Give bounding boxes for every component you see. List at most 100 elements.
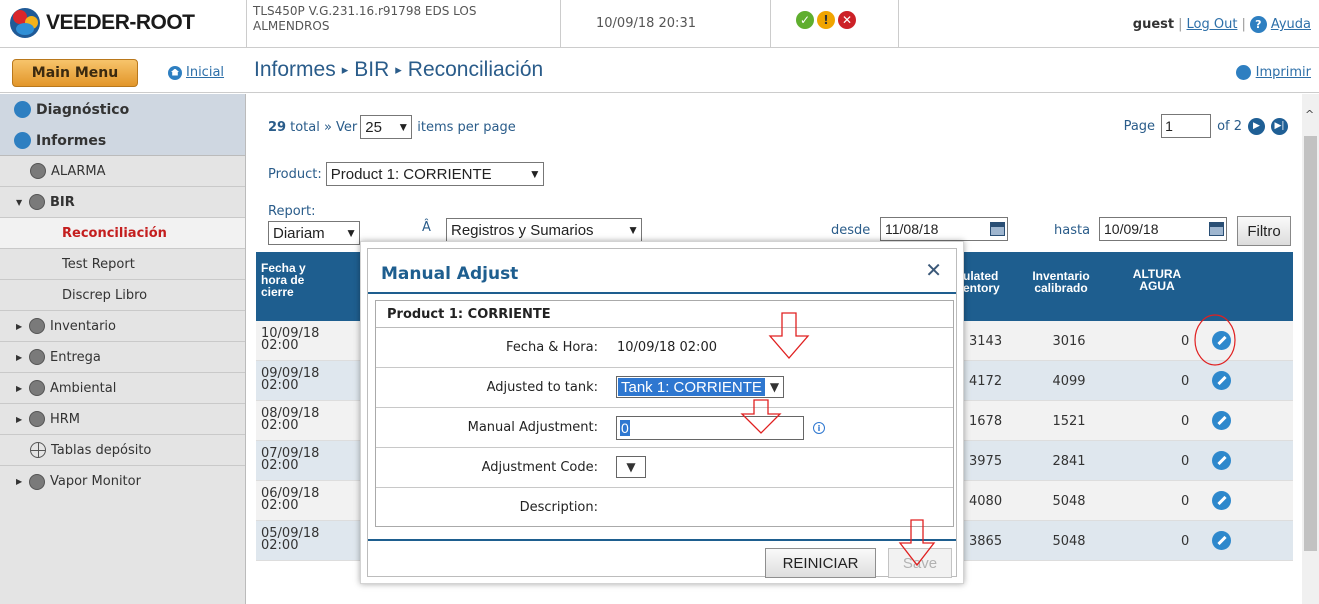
- print-icon[interactable]: [1235, 65, 1251, 80]
- row-calculated: 4080: [969, 494, 1003, 509]
- edit-icon[interactable]: [1212, 531, 1231, 550]
- row-agua: 0: [1181, 494, 1190, 509]
- environmental-icon: [29, 380, 45, 396]
- per-page-select[interactable]: 25 ▼: [360, 115, 413, 139]
- edit-icon[interactable]: [1212, 491, 1231, 510]
- row-datetime: 07/09/18 02:00: [261, 446, 320, 473]
- sidebar-item-tablas-deposito[interactable]: Tablas depósito: [0, 435, 245, 466]
- system-status[interactable]: ✓ ! ✕: [796, 11, 856, 29]
- per-page-value: 25: [365, 118, 382, 136]
- system-datetime: 10/09/18 20:31: [596, 16, 696, 31]
- edit-icon[interactable]: [1212, 331, 1231, 350]
- help-link[interactable]: Ayuda: [1271, 17, 1311, 32]
- close-icon[interactable]: ✕: [925, 258, 942, 282]
- header-altura-agua[interactable]: ALTURA AGUA: [1130, 268, 1184, 292]
- sidebar-item-ambiental[interactable]: ▶ Ambiental: [0, 373, 245, 404]
- ok-status-icon[interactable]: ✓: [796, 11, 814, 29]
- desde-date-input[interactable]: 11/08/18: [880, 217, 1008, 241]
- row-agua: 0: [1181, 414, 1190, 429]
- calendar-icon[interactable]: [1209, 222, 1224, 236]
- sidebar-sub-discrep-libro[interactable]: Discrep Libro: [0, 280, 245, 311]
- print-link-group[interactable]: Imprimir: [1235, 65, 1311, 80]
- row-inventario: 3016: [1052, 334, 1086, 349]
- breadcrumb-informes[interactable]: Informes: [254, 58, 336, 82]
- hasta-date-input[interactable]: 10/09/18: [1099, 217, 1227, 241]
- collapsed-arrow-icon: ▶: [16, 477, 23, 486]
- sidebar-item-inventario[interactable]: ▶ Inventario: [0, 311, 245, 342]
- calendar-icon[interactable]: [990, 222, 1005, 236]
- sidebar-sub-test-report[interactable]: Test Report: [0, 249, 245, 280]
- chevron-down-icon: ▼: [345, 226, 357, 240]
- header-fecha[interactable]: Fecha y hora de cierre: [261, 262, 306, 298]
- row-datetime: 09/09/18 02:00: [261, 366, 320, 393]
- report-select[interactable]: Diariam ▼: [268, 221, 360, 245]
- description-label: Description:: [519, 500, 598, 515]
- row-datetime: 06/09/18 02:00: [261, 486, 320, 513]
- edit-icon[interactable]: [1212, 411, 1231, 430]
- sidebar-sub-reconciliacion[interactable]: Reconciliación: [0, 218, 245, 249]
- logo-text: VEEDER-ROOT: [46, 11, 195, 34]
- filtro-button[interactable]: Filtro: [1237, 216, 1291, 246]
- main-menu-button[interactable]: Main Menu: [12, 59, 138, 87]
- sidebar-group-informes[interactable]: Informes: [0, 125, 245, 156]
- registros-select[interactable]: Registros y Sumarios ▼: [446, 218, 642, 242]
- sidebar-group-diagnostico[interactable]: Diagnóstico: [0, 94, 245, 125]
- hasta-label: hasta: [1054, 223, 1091, 238]
- sidebar-item-label: Inventario: [50, 318, 116, 334]
- adjust-form: Product 1: CORRIENTE Fecha & Hora: 10/09…: [375, 300, 954, 527]
- info-icon[interactable]: i: [813, 422, 825, 434]
- product-select[interactable]: Product 1: CORRIENTE ▼: [325, 162, 544, 186]
- row-calculated: 3975: [969, 454, 1003, 469]
- collapsed-arrow-icon: ▶: [16, 321, 23, 331]
- breadcrumb-bir[interactable]: BIR: [354, 58, 389, 82]
- items-per-page-label: items per page: [417, 119, 516, 135]
- vertical-scrollbar[interactable]: ^: [1302, 94, 1319, 604]
- form-row-code: Adjustment Code: ▼: [376, 448, 953, 488]
- home-link-group[interactable]: Inicial: [168, 65, 224, 80]
- edit-icon[interactable]: [1212, 451, 1231, 470]
- form-row-adjustment: Manual Adjustment: 0 i: [376, 408, 953, 448]
- breadcrumb-reconciliacion: Reconciliación: [407, 58, 544, 81]
- breadcrumb-separator-icon: ▸: [341, 62, 349, 77]
- last-page-icon[interactable]: ▶|: [1271, 117, 1288, 135]
- page-navigation: Page 1 of 2 ▶ ▶|: [1124, 114, 1288, 138]
- breadcrumb: Informes ▸ BIR ▸ Reconciliación: [254, 58, 543, 82]
- logout-link[interactable]: Log Out: [1187, 17, 1238, 32]
- scroll-thumb[interactable]: [1304, 136, 1317, 551]
- next-page-icon[interactable]: ▶: [1248, 117, 1265, 135]
- adjustment-code-select[interactable]: ▼: [616, 456, 646, 478]
- print-link[interactable]: Imprimir: [1256, 65, 1311, 80]
- header-calculated-inventory[interactable]: ulated entory: [963, 270, 1000, 294]
- product-label: Product:: [268, 166, 322, 182]
- tank-tables-icon: [30, 442, 46, 458]
- home-icon[interactable]: [168, 65, 182, 80]
- sidebar-item-vapor-monitor[interactable]: ▶ Vapor Monitor: [0, 466, 245, 497]
- sidebar-item-alarma[interactable]: ALARMA: [0, 156, 245, 187]
- logo-mark-icon: [10, 8, 40, 38]
- save-button[interactable]: Save: [888, 548, 952, 578]
- sidebar-item-hrm[interactable]: ▶ HRM: [0, 404, 245, 435]
- scroll-up-icon[interactable]: ^: [1305, 108, 1314, 121]
- form-row-fecha: Fecha & Hora: 10/09/18 02:00: [376, 328, 953, 368]
- sidebar-item-label: Entrega: [50, 349, 101, 365]
- reiniciar-button[interactable]: REINICIAR: [765, 548, 876, 578]
- warning-status-icon[interactable]: !: [817, 11, 835, 29]
- hasta-value: 10/09/18: [1104, 221, 1159, 237]
- sidebar-item-bir[interactable]: ▼ BIR: [0, 187, 245, 218]
- product-filter: Product: Product 1: CORRIENTE ▼: [268, 162, 544, 186]
- header-inventario-calibrado[interactable]: Inventario calibrado: [1026, 270, 1096, 294]
- home-link[interactable]: Inicial: [186, 65, 224, 80]
- chevron-down-icon: ▼: [627, 223, 639, 237]
- edit-icon[interactable]: [1212, 371, 1231, 390]
- diagnostics-icon: [14, 101, 31, 118]
- report-value: Diariam: [273, 224, 325, 242]
- tank-select[interactable]: Tank 1: CORRIENTE ▼: [616, 376, 785, 398]
- device-name: TLS450P V.G.231.16.r91798 EDS LOS ALMEND…: [253, 4, 477, 33]
- page-number-input[interactable]: 1: [1161, 114, 1212, 138]
- help-icon[interactable]: ?: [1249, 16, 1267, 33]
- tank-value: Tank 1: CORRIENTE: [618, 378, 765, 396]
- manual-adjustment-input[interactable]: 0: [616, 416, 804, 440]
- sidebar-item-entrega[interactable]: ▶ Entrega: [0, 342, 245, 373]
- page-label: Page: [1123, 118, 1156, 134]
- error-status-icon[interactable]: ✕: [838, 11, 856, 29]
